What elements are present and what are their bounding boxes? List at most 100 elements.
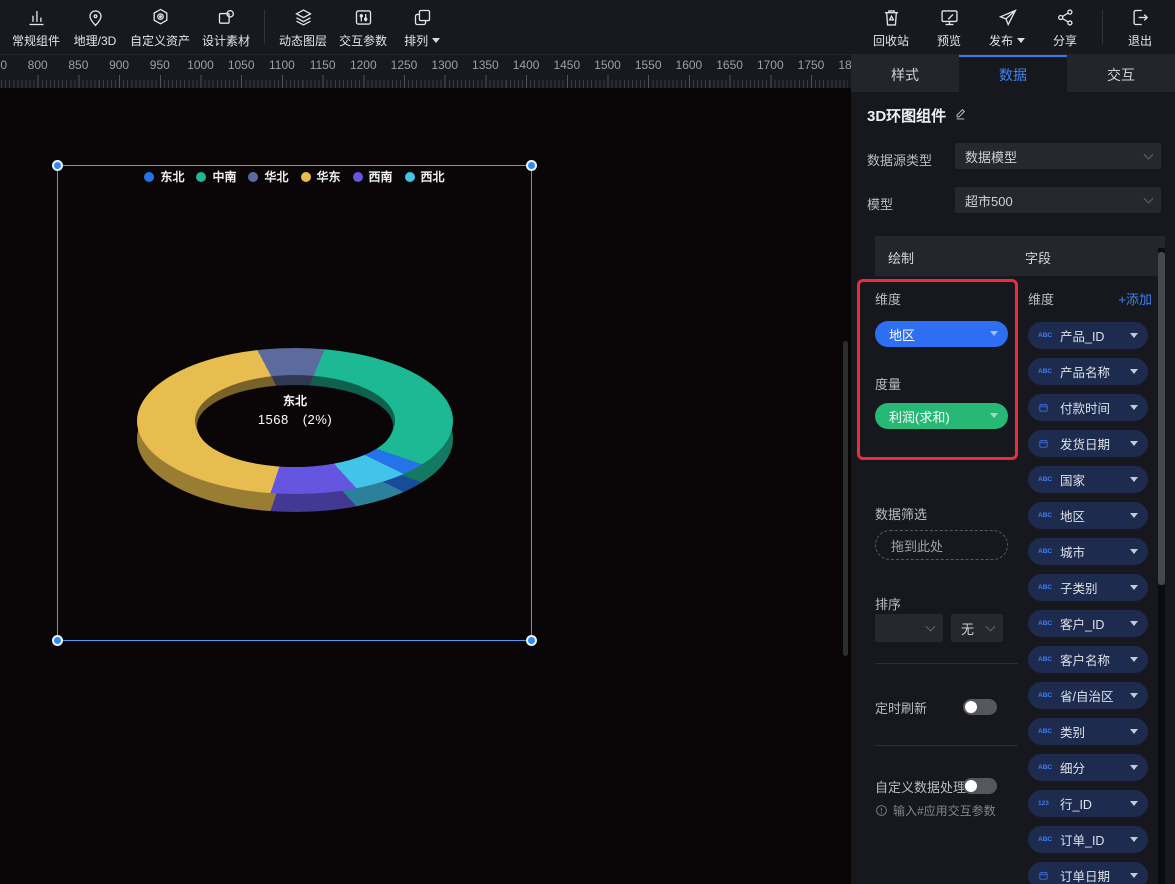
sort-field-select[interactable] — [875, 614, 943, 642]
toolbar-button-shapes[interactable]: 设计素材 — [196, 0, 256, 55]
chevron-down-icon — [1130, 477, 1138, 482]
add-field-button[interactable]: +添加 — [1118, 289, 1152, 308]
toolbar-button-share[interactable]: 分享 — [1036, 0, 1094, 55]
text-type-icon: ABC — [1038, 656, 1058, 663]
ruler-tick-label: 1250 — [391, 58, 418, 72]
model-select[interactable]: 超市500 — [955, 187, 1161, 213]
toolbar-button-exit[interactable]: 退出 — [1111, 0, 1169, 55]
panel-tab-数据[interactable]: 数据 — [959, 55, 1067, 92]
dimension-pill-value: 地区 — [889, 325, 915, 344]
toolbar-button-trash[interactable]: 回收站 — [862, 0, 920, 55]
chevron-down-icon — [1144, 150, 1154, 160]
field-pill[interactable]: ABC客户名称 — [1028, 646, 1148, 673]
canvas-scrollbar[interactable] — [843, 341, 848, 656]
layers-icon — [293, 5, 314, 29]
field-pill[interactable]: ABC客户_ID — [1028, 610, 1148, 637]
sort-order-value: 无 — [961, 619, 974, 638]
toolbar-button-paper-plane[interactable]: 发布 — [978, 0, 1036, 55]
field-pill[interactable]: ABC订单_ID — [1028, 826, 1148, 853]
ruler-tick-label: 1200 — [350, 58, 377, 72]
panel-tab-交互[interactable]: 交互 — [1067, 55, 1175, 92]
chevron-down-icon — [1130, 765, 1138, 770]
ruler-tick-label: 1700 — [757, 58, 784, 72]
legend-item[interactable]: 东北 — [144, 168, 184, 185]
resize-handle-bottom-right[interactable] — [526, 635, 537, 646]
ruler-tick-label: 1000 — [187, 58, 214, 72]
paper-plane-icon — [997, 5, 1018, 29]
dimension-pill[interactable]: 地区 — [875, 321, 1008, 347]
field-pill[interactable]: 发货日期 — [1028, 430, 1148, 457]
text-type-icon: ABC — [1038, 368, 1058, 375]
custom-data-toggle[interactable] — [963, 778, 997, 794]
custom-data-hint: 输入#应用交互参数 — [875, 802, 996, 819]
legend-item[interactable]: 华北 — [248, 168, 288, 185]
chevron-down-icon — [986, 622, 996, 632]
field-pill[interactable]: 123行_ID — [1028, 790, 1148, 817]
legend-item[interactable]: 西南 — [353, 168, 393, 185]
legend-item[interactable]: 西北 — [405, 168, 445, 185]
field-pill[interactable]: ABC子类别 — [1028, 574, 1148, 601]
toolbar-button-monitor[interactable]: 预览 — [920, 0, 978, 55]
sort-order-select[interactable]: 无 — [951, 614, 1003, 642]
horizontal-ruler: 7508008509009501000105011001150120012501… — [0, 55, 851, 88]
field-pill[interactable]: 付款时间 — [1028, 394, 1148, 421]
toolbar-button-map-pin[interactable]: 地理/3D — [66, 0, 124, 55]
app-window: 常规组件地理/3D自定义资产设计素材动态图层交互参数排列 回收站预览发布分享退出… — [0, 0, 1175, 884]
panel-scrollbar-thumb[interactable] — [1158, 252, 1165, 585]
toolbar-button-sliders[interactable]: 交互参数 — [333, 0, 393, 55]
donut-chart[interactable]: 东北 1568 (2%) — [135, 340, 455, 532]
field-name: 产品_ID — [1060, 326, 1130, 345]
chevron-down-icon — [1130, 441, 1138, 446]
field-pill[interactable]: ABC城市 — [1028, 538, 1148, 565]
field-pill[interactable]: ABC类别 — [1028, 718, 1148, 745]
toolbar-button-layers[interactable]: 动态图层 — [273, 0, 333, 55]
resize-handle-bottom-left[interactable] — [52, 635, 63, 646]
toolbar-button-label: 排列 — [404, 32, 440, 49]
data-filter-label: 数据筛选 — [875, 504, 927, 523]
toolbar-button-bar-chart[interactable]: 常规组件 — [6, 0, 66, 55]
ruler-tick-label: 1350 — [472, 58, 499, 72]
field-name: 省/自治区 — [1060, 686, 1130, 705]
chevron-down-icon — [1130, 873, 1138, 878]
auto-refresh-toggle[interactable] — [963, 699, 997, 715]
legend-item[interactable]: 中南 — [196, 168, 236, 185]
legend-dot — [353, 172, 363, 182]
ruler-tick-label: 1150 — [310, 58, 336, 72]
toolbar-button-label: 发布 — [989, 32, 1025, 49]
design-canvas[interactable]: 东北中南华北华东西南西北 东北 1568 (2%) — [0, 88, 851, 884]
toolbar-right-group: 回收站预览发布分享退出 — [862, 0, 1169, 54]
map-pin-icon — [85, 5, 106, 29]
component-title: 3D环图组件 — [867, 105, 968, 126]
legend-item[interactable]: 华东 — [301, 168, 341, 185]
ruler-tick-label: 1800 — [838, 58, 851, 72]
measure-pill-value: 利润(求和) — [889, 407, 950, 426]
datasource-type-select[interactable]: 数据模型 — [955, 143, 1161, 169]
column-header-bar: 绘制 字段 — [875, 236, 1165, 276]
toolbar-button-label: 动态图层 — [279, 32, 327, 49]
measure-pill[interactable]: 利润(求和) — [875, 403, 1008, 429]
field-pill[interactable]: ABC细分 — [1028, 754, 1148, 781]
edit-pencil-icon[interactable] — [954, 107, 968, 125]
field-pill[interactable]: ABC省/自治区 — [1028, 682, 1148, 709]
panel-tab-样式[interactable]: 样式 — [851, 55, 959, 92]
filter-dropzone[interactable]: 拖到此处 — [875, 530, 1008, 560]
chevron-down-icon — [1130, 693, 1138, 698]
field-pill[interactable]: ABC产品_ID — [1028, 322, 1148, 349]
tab-fields[interactable]: 字段 — [1025, 248, 1051, 267]
text-type-icon: ABC — [1038, 332, 1058, 339]
ruler-tick-label: 1450 — [553, 58, 580, 72]
field-pill[interactable]: ABC地区 — [1028, 502, 1148, 529]
chevron-down-icon — [1130, 729, 1138, 734]
chevron-down-icon — [1130, 513, 1138, 518]
field-pill[interactable]: ABC国家 — [1028, 466, 1148, 493]
sort-label: 排序 — [875, 594, 901, 613]
ruler-tick-label: 950 — [150, 58, 170, 72]
field-name: 发货日期 — [1060, 434, 1130, 453]
toolbar-button-hexagon-asset[interactable]: 自定义资产 — [124, 0, 196, 55]
toolbar-button-arrange[interactable]: 排列 — [393, 0, 451, 55]
field-pill[interactable]: ABC产品名称 — [1028, 358, 1148, 385]
top-toolbar: 常规组件地理/3D自定义资产设计素材动态图层交互参数排列 回收站预览发布分享退出 — [0, 0, 1175, 55]
field-pill[interactable]: 订单日期 — [1028, 862, 1148, 884]
tab-draw[interactable]: 绘制 — [888, 248, 914, 267]
field-name: 国家 — [1060, 470, 1130, 489]
